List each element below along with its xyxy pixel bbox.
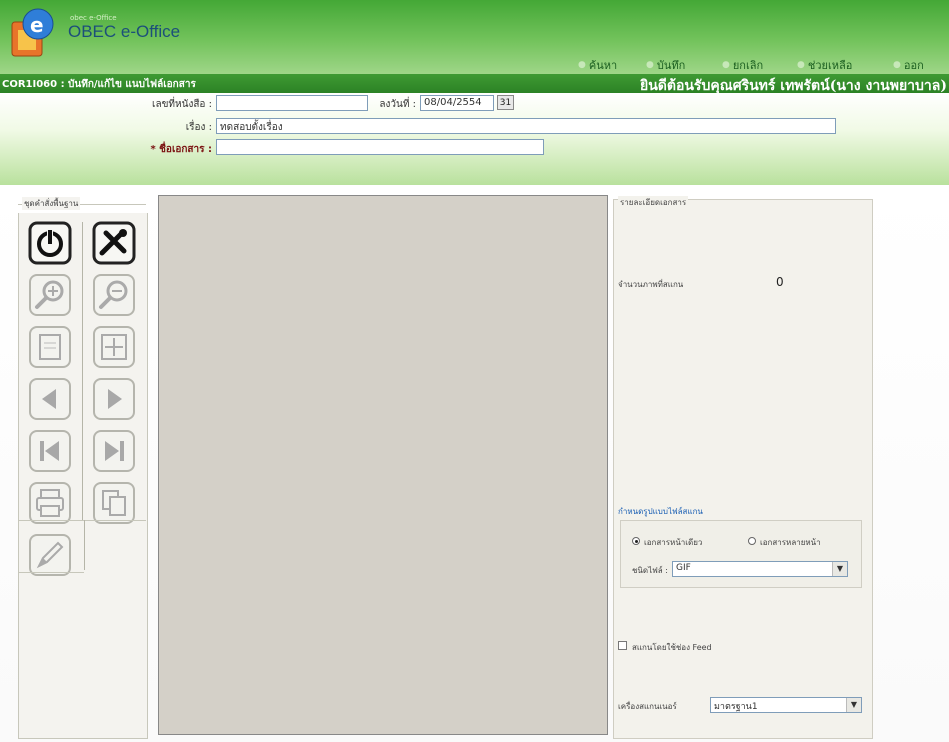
menu-exit-label: ออก	[903, 59, 924, 72]
doc-no-label: เลขที่หนังสือ :	[152, 99, 212, 110]
document-viewer[interactable]	[158, 195, 608, 735]
docname-input[interactable]	[216, 139, 544, 155]
next-icon	[93, 378, 135, 420]
pen-icon	[29, 534, 71, 576]
bullet-icon: ●	[722, 60, 730, 70]
scan-format-box	[620, 520, 862, 588]
page-count-value: 0	[776, 275, 784, 289]
menu-cancel-label: ยกเลิก	[732, 59, 764, 72]
previous-icon	[29, 378, 71, 420]
bullet-icon: ●	[646, 60, 654, 70]
fit-page-button[interactable]	[28, 325, 72, 369]
copy-icon	[93, 482, 135, 524]
print-button[interactable]	[28, 481, 72, 525]
title-bar: COR1I060 : บันทึก/แก้ไข แนบไฟล์เอกสาร ยิ…	[0, 74, 949, 94]
svg-text:e: e	[30, 13, 44, 37]
bullet-icon: ●	[578, 60, 586, 70]
last-page-button[interactable]	[92, 429, 136, 473]
filetype-value: GIF	[676, 563, 691, 573]
power-button[interactable]	[28, 221, 72, 265]
page-title: COR1I060 : บันทึก/แก้ไข แนบไฟล์เอกสาร	[2, 79, 196, 90]
app-header: e obec e-Office OBEC e-Office ● ค้นหา ● …	[0, 0, 949, 74]
toolbox-legend: ชุดคำสั่งพื้นฐาน	[22, 197, 81, 210]
zoom-in-icon	[29, 274, 71, 316]
page-count-label: จำนวนภาพที่สแกน	[618, 280, 684, 289]
toolbox-divider	[18, 520, 146, 521]
scanner-value: มาตรฐาน1	[714, 702, 758, 712]
scan-format-title: กำหนดรูปแบบไฟล์สแกน	[618, 507, 703, 516]
radio-single-page[interactable]	[632, 537, 640, 545]
zoom-out-button[interactable]	[92, 273, 136, 317]
chevron-down-icon: ▼	[832, 562, 847, 576]
next-button[interactable]	[92, 377, 136, 421]
zoom-in-button[interactable]	[28, 273, 72, 317]
first-page-button[interactable]	[28, 429, 72, 473]
previous-button[interactable]	[28, 377, 72, 421]
tools-icon	[92, 221, 136, 265]
toolbox-divider	[84, 520, 85, 570]
menu-save-label: บันทึก	[656, 59, 686, 72]
copy-button[interactable]	[92, 481, 136, 525]
docname-label: * ชื่อเอกสาร :	[150, 144, 212, 155]
bullet-icon: ●	[797, 60, 805, 70]
date-input[interactable]: 08/04/2554	[420, 95, 494, 111]
zoom-out-icon	[93, 274, 135, 316]
toolbox-divider	[82, 222, 83, 520]
logo-subtitle: obec e-Office	[70, 14, 117, 22]
subject-input[interactable]: ทดสอบตั้งเรื่อง	[216, 118, 836, 134]
radio-multi-page[interactable]	[748, 537, 756, 545]
feeder-checkbox[interactable]	[618, 641, 627, 650]
fit-page-icon	[29, 326, 71, 368]
chevron-down-icon: ▼	[846, 698, 861, 712]
menu-help[interactable]: ● ช่วยเหลือ	[797, 56, 852, 74]
menu-help-label: ช่วยเหลือ	[807, 59, 853, 72]
details-legend: รายละเอียดเอกสาร	[618, 196, 689, 209]
subject-label: เรื่อง :	[185, 122, 212, 133]
menu-exit[interactable]: ● ออก	[893, 56, 924, 74]
toolbox-divider	[18, 572, 84, 573]
bullet-icon: ●	[893, 60, 901, 70]
last-page-icon	[93, 430, 135, 472]
obec-logo: e	[8, 6, 62, 62]
scanner-label: เครื่องสแกนเนอร์	[618, 702, 677, 711]
filetype-label: ชนิดไฟล์ :	[632, 566, 668, 575]
radio-multi-label: เอกสารหลายหน้า	[760, 538, 821, 547]
radio-single-label: เอกสารหน้าเดียว	[644, 538, 703, 547]
menu-search[interactable]: ● ค้นหา	[578, 56, 617, 74]
tools-button[interactable]	[92, 221, 136, 265]
date-label: ลงวันที่ :	[379, 99, 416, 110]
fit-width-icon	[93, 326, 135, 368]
doc-no-input[interactable]	[216, 95, 368, 111]
menu-cancel[interactable]: ● ยกเลิก	[722, 56, 763, 74]
scanner-select[interactable]: มาตรฐาน1 ▼	[710, 697, 862, 713]
document-form: เลขที่หนังสือ : ลงวันที่ : 08/04/2554 31…	[0, 93, 949, 185]
menu-save[interactable]: ● บันทึก	[646, 56, 685, 74]
calendar-button[interactable]: 31	[497, 95, 514, 110]
app-title: OBEC e-Office	[68, 22, 181, 41]
annotate-button[interactable]	[28, 533, 72, 577]
fit-width-button[interactable]	[92, 325, 136, 369]
power-icon	[28, 221, 72, 265]
first-page-icon	[29, 430, 71, 472]
menu-search-label: ค้นหา	[588, 59, 618, 72]
filetype-select[interactable]: GIF ▼	[672, 561, 848, 577]
print-icon	[29, 482, 71, 524]
feeder-label: สแกนโดยใช้ช่อง Feed	[632, 643, 712, 652]
